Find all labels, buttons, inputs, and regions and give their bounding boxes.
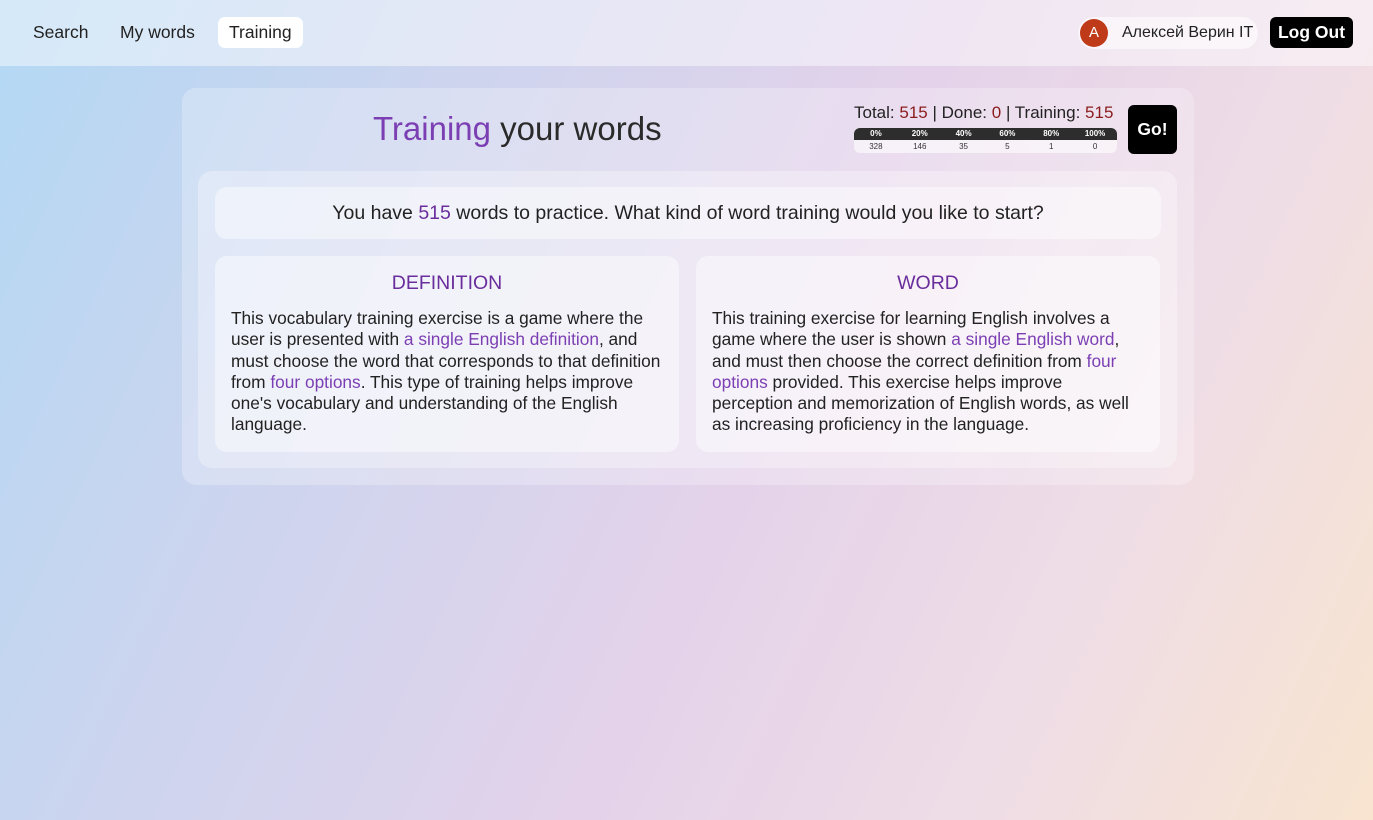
distribution-count: 328 [869, 142, 883, 151]
page-title-rest: your words [500, 110, 662, 147]
card-title: DEFINITION [391, 272, 503, 294]
distribution-count: 1 [1049, 142, 1054, 151]
distribution-count: 5 [1005, 142, 1010, 151]
distribution-label: 40% [955, 129, 972, 138]
definition-training-card[interactable]: DEFINITION This vocabulary training exer… [215, 256, 679, 452]
distribution-label: 80% [1043, 129, 1060, 138]
go-button[interactable]: Go! [1128, 105, 1177, 154]
stats-separator: | [932, 103, 937, 122]
card-title: WORD [897, 272, 959, 294]
distribution-count-row: 328 146 35 5 1 0 [854, 140, 1117, 153]
done-label: Done: [941, 103, 988, 122]
distribution-header-row: 0% 20% 40% 60% 80% 100% [854, 128, 1117, 140]
progress-distribution-table: 0% 20% 40% 60% 80% 100% 328 146 35 5 1 0 [854, 128, 1117, 153]
card-highlight: a single English definition [403, 329, 599, 350]
done-count: 0 [991, 103, 1002, 122]
card-text: provided. This exercise helps improve pe… [712, 371, 1129, 435]
training-stats: Total: 515 | Done: 0 | Training: 515 [854, 103, 1113, 123]
card-description: This vocabulary training exercise is a g… [231, 308, 663, 436]
prompt-text: words to practice. What kind of word tra… [456, 202, 1044, 224]
training-label: Training: [1014, 103, 1081, 122]
training-count: 515 [1085, 103, 1114, 122]
distribution-label: 0% [870, 129, 882, 138]
card-highlight: a single English word [951, 329, 1115, 350]
words-count: 515 [418, 202, 451, 224]
page-title: Training your words [373, 110, 662, 148]
distribution-label: 20% [911, 129, 928, 138]
prompt-text: You have [332, 202, 413, 224]
card-highlight: four options [270, 371, 361, 392]
distribution-count: 35 [959, 142, 969, 151]
training-options-container: You have 515 words to practice. What kin… [198, 171, 1177, 468]
word-training-card[interactable]: WORD This training exercise for learning… [696, 256, 1160, 452]
training-panel: Training your words Total: 515 | Done: 0… [182, 88, 1194, 485]
nav-search[interactable]: Search [22, 17, 99, 48]
page-title-accent: Training [373, 110, 491, 147]
distribution-count: 0 [1092, 142, 1098, 151]
user-name: Алексей Верин IT [1122, 24, 1254, 41]
total-label: Total: [854, 103, 895, 122]
top-navigation-bar: Search My words Training A Алексей Верин… [0, 0, 1373, 66]
user-profile-chip[interactable]: A Алексей Верин IT [1078, 17, 1258, 49]
avatar: A [1080, 19, 1108, 47]
distribution-count: 146 [913, 142, 927, 151]
logout-button[interactable]: Log Out [1270, 17, 1353, 48]
distribution-label: 60% [999, 129, 1016, 138]
total-count: 515 [899, 103, 928, 122]
card-description: This training exercise for learning Engl… [712, 308, 1144, 436]
nav-my-words[interactable]: My words [109, 17, 206, 48]
distribution-label: 100% [1084, 129, 1106, 138]
stats-separator: | [1005, 103, 1011, 122]
nav-training[interactable]: Training [218, 17, 303, 48]
practice-prompt: You have 515 words to practice. What kin… [215, 187, 1161, 239]
